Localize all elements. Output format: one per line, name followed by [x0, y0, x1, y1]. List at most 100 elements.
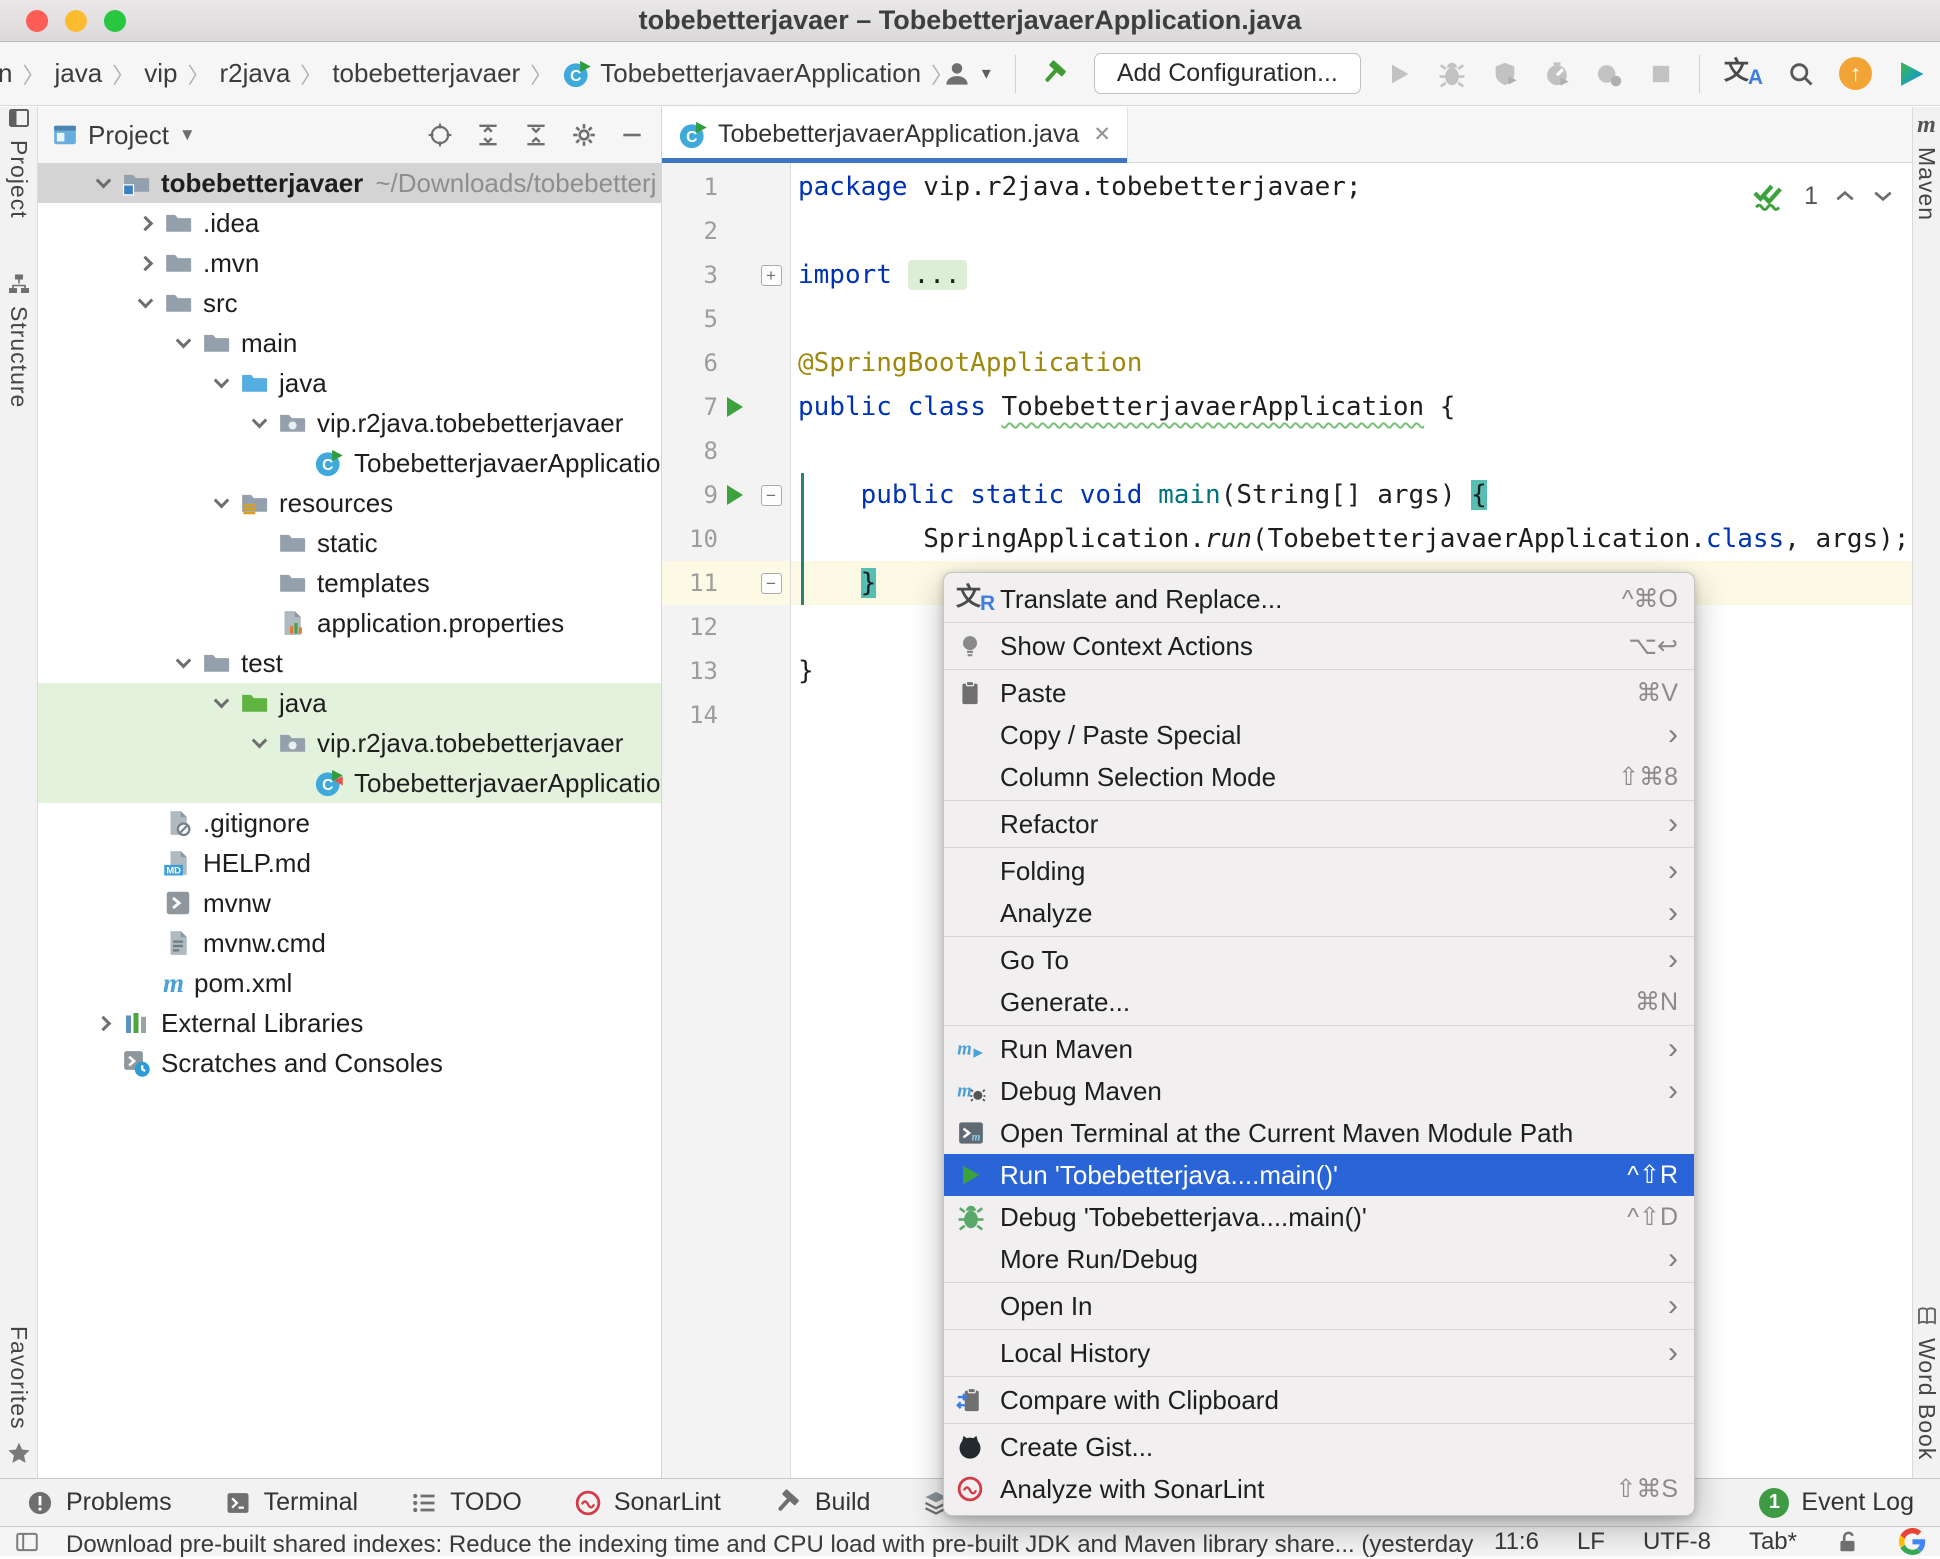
- fold-toggle-icon[interactable]: −: [761, 485, 782, 506]
- tree-item-tobebetterjavaer[interactable]: tobebetterjavaer~/Downloads/tobebetterj: [38, 163, 661, 203]
- menu-item-analyze[interactable]: Analyze›: [944, 892, 1694, 934]
- stripe-button-structure[interactable]: Structure: [0, 272, 37, 408]
- tool-window-button-terminal[interactable]: Terminal: [224, 1488, 358, 1517]
- event-log-button[interactable]: 1 Event Log: [1759, 1488, 1914, 1518]
- menu-item-paste[interactable]: Paste⌘V: [944, 672, 1694, 714]
- fold-toggle-icon[interactable]: −: [761, 573, 782, 594]
- chevron-down-icon[interactable]: [175, 332, 191, 348]
- tree-item-vip-r2java-tobebetterjavaer[interactable]: vip.r2java.tobebetterjavaer: [38, 723, 661, 763]
- tree-item-scratches-and-consoles[interactable]: Scratches and Consoles: [38, 1043, 661, 1083]
- tree-item-main[interactable]: main: [38, 323, 661, 363]
- chevron-right-icon[interactable]: [95, 1015, 111, 1031]
- search-icon[interactable]: [1787, 60, 1815, 88]
- unlock-icon[interactable]: [1835, 1529, 1861, 1555]
- menu-item-go-to[interactable]: Go To›: [944, 939, 1694, 981]
- menu-item-column-selection-mode[interactable]: Column Selection Mode⇧⌘8: [944, 756, 1694, 798]
- chevron-down-icon[interactable]: [251, 412, 267, 428]
- menu-item-compare-with-clipboard[interactable]: Compare with Clipboard: [944, 1379, 1694, 1421]
- tree-item-gitignore[interactable]: .gitignore: [38, 803, 661, 843]
- tree-item-tobebetterjavaerapplicationt[interactable]: CTobebetterjavaerApplicationT: [38, 763, 661, 803]
- tree-item-pom-xml[interactable]: mpom.xml: [38, 963, 661, 1003]
- next-problem-icon[interactable]: [1872, 189, 1894, 203]
- google-icon[interactable]: [1899, 1528, 1926, 1555]
- hide-tool-windows-icon[interactable]: [14, 1529, 40, 1555]
- chevron-down-icon[interactable]: [213, 492, 229, 508]
- menu-item-translate-and-replace[interactable]: 文RTranslate and Replace...^⌘O: [944, 578, 1694, 620]
- tool-window-button-problems[interactable]: Problems: [26, 1488, 172, 1517]
- tree-item-tobebetterjavaerapplication[interactable]: CTobebetterjavaerApplication: [38, 443, 661, 483]
- menu-item-local-history[interactable]: Local History›: [944, 1332, 1694, 1374]
- tree-item-vip-r2java-tobebetterjavaer[interactable]: vip.r2java.tobebetterjavaer: [38, 403, 661, 443]
- chevron-right-icon[interactable]: [137, 215, 153, 231]
- menu-item-debug-tobebetterjava-main[interactable]: Debug 'Tobebetterjava....main()'^⇧D: [944, 1196, 1694, 1238]
- tool-window-button-sonarlint[interactable]: SonarLint: [574, 1488, 721, 1517]
- chevron-down-icon[interactable]: [137, 292, 153, 308]
- tree-item-mvn[interactable]: .mvn: [38, 243, 661, 283]
- menu-item-refactor[interactable]: Refactor›: [944, 803, 1694, 845]
- tool-window-button-build[interactable]: Build: [773, 1488, 871, 1518]
- chevron-right-icon[interactable]: [137, 255, 153, 271]
- menu-item-debug-maven[interactable]: mDebug Maven›: [944, 1070, 1694, 1112]
- tree-item-idea[interactable]: .idea: [38, 203, 661, 243]
- breadcrumb-tobebetterjavaerapplication[interactable]: CTobebetterjavaerApplication: [558, 58, 925, 89]
- status-widget-tab[interactable]: Tab*: [1749, 1528, 1797, 1556]
- menu-item-create-gist[interactable]: Create Gist...: [944, 1426, 1694, 1468]
- tree-item-java[interactable]: java: [38, 683, 661, 723]
- menu-item-generate[interactable]: Generate...⌘N: [944, 981, 1694, 1023]
- tree-item-java[interactable]: java: [38, 363, 661, 403]
- project-panel-title[interactable]: Project: [88, 120, 169, 151]
- bug-gray-icon[interactable]: [1437, 59, 1467, 89]
- tree-item-help-md[interactable]: MDHELP.md: [38, 843, 661, 883]
- tree-item-application-properties[interactable]: application.properties: [38, 603, 661, 643]
- tree-item-external-libraries[interactable]: External Libraries: [38, 1003, 661, 1043]
- locate-icon[interactable]: [427, 122, 453, 148]
- tree-item-src[interactable]: src: [38, 283, 661, 323]
- hammer-icon[interactable]: [1040, 59, 1070, 89]
- prof-gray-icon[interactable]: [1543, 60, 1571, 88]
- status-widget-11-6[interactable]: 11:6: [1494, 1528, 1539, 1556]
- run-line-icon[interactable]: [727, 485, 743, 505]
- chevron-down-icon[interactable]: [251, 732, 267, 748]
- minus-icon[interactable]: [619, 122, 645, 148]
- tab-tobebetterjavaerapplication-java[interactable]: C TobebetterjavaerApplication.java ✕: [662, 107, 1128, 162]
- zoom-window-button[interactable]: [104, 10, 126, 32]
- user-icon[interactable]: [942, 59, 972, 89]
- chevron-down-icon[interactable]: [95, 172, 111, 188]
- status-message[interactable]: Download pre-built shared indexes: Reduc…: [66, 1524, 1474, 1559]
- tree-item-static[interactable]: static: [38, 523, 661, 563]
- translate-icon[interactable]: 文A: [1724, 59, 1763, 88]
- stripe-button-maven[interactable]: mMaven: [1913, 113, 1940, 221]
- menu-item-folding[interactable]: Folding›: [944, 850, 1694, 892]
- gear-icon[interactable]: [571, 122, 597, 148]
- stripe-button-word-book[interactable]: Word Book: [1913, 1304, 1940, 1460]
- chevron-down-icon[interactable]: [175, 652, 191, 668]
- menu-item-run-tobebetterjava-main[interactable]: Run 'Tobebetterjava....main()'^⇧R: [944, 1154, 1694, 1196]
- breadcrumb-vip[interactable]: vip: [140, 58, 181, 89]
- stripe-button-favorites[interactable]: Favorites: [0, 1326, 37, 1466]
- menu-item-more-run-debug[interactable]: More Run/Debug›: [944, 1238, 1694, 1280]
- menu-item-show-context-actions[interactable]: Show Context Actions⌥↩: [944, 625, 1694, 667]
- chevron-down-icon[interactable]: ▾: [982, 63, 991, 84]
- status-widget-lf[interactable]: LF: [1577, 1528, 1605, 1556]
- tree-item-test[interactable]: test: [38, 643, 661, 683]
- stop-gray-icon[interactable]: [1647, 60, 1675, 88]
- expand-all-icon[interactable]: [475, 122, 501, 148]
- prev-problem-icon[interactable]: [1834, 189, 1856, 203]
- collapse-all-icon[interactable]: [523, 122, 549, 148]
- breadcrumb-r2java[interactable]: r2java: [215, 58, 294, 89]
- play-gray-icon[interactable]: [1385, 60, 1413, 88]
- shield-gray-icon[interactable]: [1491, 60, 1519, 88]
- chevron-down-icon[interactable]: ▼: [179, 125, 196, 145]
- chevron-down-icon[interactable]: [213, 692, 229, 708]
- menu-item-run-maven[interactable]: mRun Maven›: [944, 1028, 1694, 1070]
- add-configuration-button[interactable]: Add Configuration...: [1094, 53, 1361, 94]
- close-tab-icon[interactable]: ✕: [1093, 122, 1111, 147]
- minimize-window-button[interactable]: [65, 10, 87, 32]
- menu-item-open-in[interactable]: Open In›: [944, 1285, 1694, 1327]
- menu-item-open-terminal-at-the-current-maven-module-path[interactable]: mOpen Terminal at the Current Maven Modu…: [944, 1112, 1694, 1154]
- tree-item-resources[interactable]: resources: [38, 483, 661, 523]
- profbug-gray-icon[interactable]: [1595, 60, 1623, 88]
- run-line-icon[interactable]: [727, 397, 743, 417]
- chevron-down-icon[interactable]: [213, 372, 229, 388]
- tree-item-mvnw[interactable]: mvnw: [38, 883, 661, 923]
